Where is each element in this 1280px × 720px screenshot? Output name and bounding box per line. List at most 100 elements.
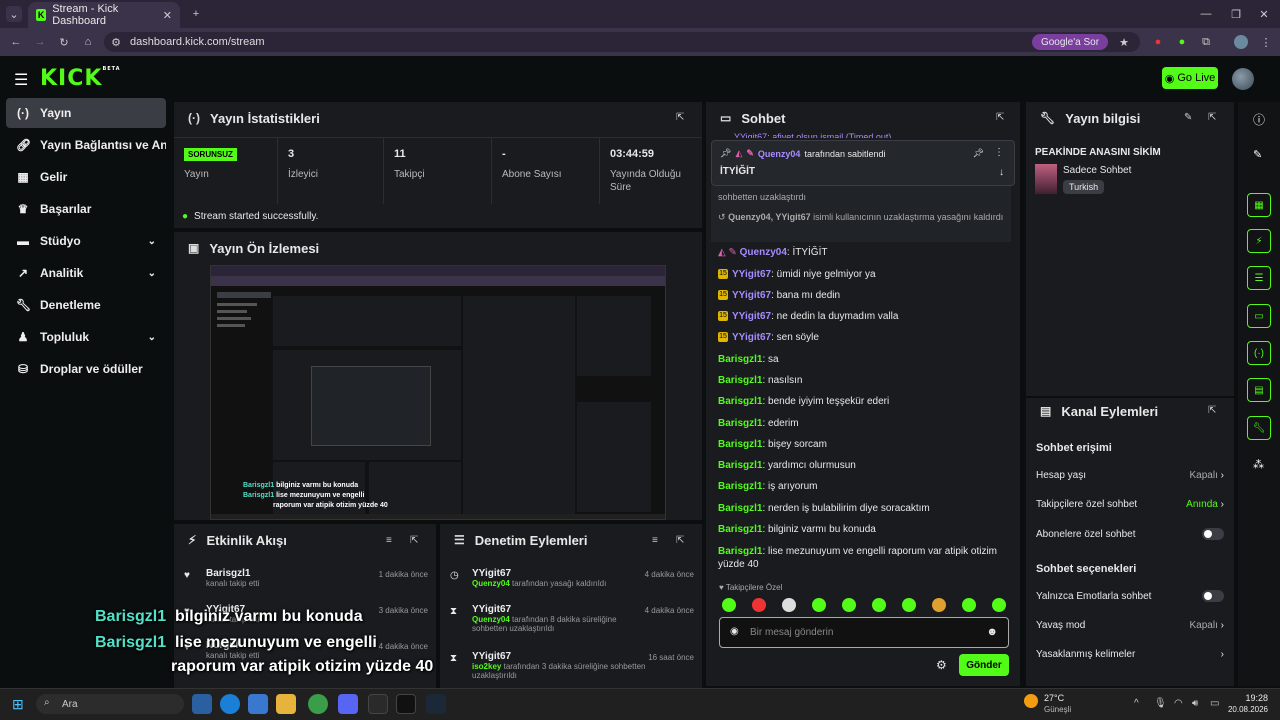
popout-icon[interactable]: ⇱ (676, 535, 684, 546)
chat-user[interactable]: Barisgzl1 (718, 503, 762, 514)
emote-icon[interactable] (722, 598, 736, 612)
bookmark-star-icon[interactable]: ★ (1116, 34, 1132, 50)
sidebar-item-droplar[interactable]: ⛁ Droplar ve ödüller (6, 354, 166, 384)
sidebar-item-denetleme[interactable]: 🔧︎ Denetleme (6, 290, 166, 320)
reload-icon[interactable]: ↻ (56, 34, 72, 50)
close-window-icon[interactable]: ✕ (1254, 6, 1274, 22)
emote-icon[interactable] (932, 598, 946, 612)
popout-icon[interactable]: ⇱ (410, 535, 418, 546)
emote-icon[interactable] (902, 598, 916, 612)
popout-icon[interactable]: ⇱ (996, 112, 1004, 123)
activity-widget-icon[interactable]: ⚡︎ (1247, 229, 1271, 253)
browser-tab[interactable]: K Stream - Kick Dashboard ✕ (28, 2, 180, 28)
collapse-arrow-icon[interactable]: ↓ (999, 167, 1004, 178)
emote-only-toggle[interactable] (1202, 590, 1224, 602)
info-widget-icon[interactable]: 🔧︎ (1247, 416, 1271, 440)
hamburger-menu-icon[interactable]: ☰ (14, 70, 28, 90)
more-widgets-icon[interactable]: ⁂ (1253, 458, 1264, 471)
extension-icon[interactable]: ● (1150, 34, 1166, 50)
tab-close-icon[interactable]: ✕ (163, 9, 172, 22)
sidebar-item-basarilar[interactable]: ♛ Başarılar (6, 194, 166, 224)
moderation-widget-icon[interactable]: ☰ (1247, 266, 1271, 290)
edit-layout-icon[interactable]: ✎ (1253, 148, 1262, 161)
chat-settings-gear-icon[interactable]: ⚙ (936, 658, 947, 672)
chat-widget-icon[interactable]: ▭ (1247, 304, 1271, 328)
more-options-icon[interactable]: ⋮ (994, 147, 1004, 158)
forward-icon[interactable]: → (32, 34, 48, 50)
broadcast-widget-icon[interactable]: (·) (1247, 341, 1271, 365)
edge-icon[interactable] (220, 694, 240, 714)
home-icon[interactable]: ⌂ (80, 34, 96, 50)
emote-icon[interactable] (812, 598, 826, 612)
emote-icon[interactable] (782, 598, 796, 612)
chat-user[interactable]: Barisgzl1 (718, 354, 762, 365)
task-view-icon[interactable] (192, 694, 212, 714)
filter-icon[interactable]: ≡ (386, 535, 392, 546)
chat-user[interactable]: Barisgzl1 (718, 460, 762, 471)
filter-icon[interactable]: ≡ (652, 535, 658, 546)
volume-icon[interactable]: 🔊︎ (1192, 698, 1198, 709)
stream-preview-video[interactable]: Barisgzl1 bilginiz varmı bu konuda Baris… (210, 265, 666, 520)
taskbar-search[interactable]: ⌕ Ara (36, 694, 184, 714)
edit-pencil-icon[interactable]: ✎ (1184, 112, 1192, 123)
slow-mode-row[interactable]: Yavaş mod Kapalı › (1036, 620, 1224, 631)
info-icon[interactable]: ⓘ (1253, 111, 1265, 128)
kick-logo[interactable]: KICKBETA (40, 66, 121, 91)
google-ask-button[interactable]: Google'a Sor (1032, 34, 1108, 50)
obs-icon[interactable] (368, 694, 388, 714)
chat-user[interactable]: Barisgzl1 (718, 524, 762, 535)
followers-chat-row[interactable]: Takipçilere özel sohbet Anında › (1036, 499, 1224, 510)
sidebar-item-studyo[interactable]: ▬ Stüdyo ⌄ (6, 226, 166, 256)
store-icon[interactable] (248, 694, 268, 714)
wifi-icon[interactable]: ◠ (1174, 698, 1183, 709)
tab-search-icon[interactable]: ⌄ (6, 6, 22, 22)
sidebar-item-stream-key[interactable]: 🔗︎ Yayın Bağlantısı ve Anahtar (6, 130, 166, 160)
chat-user[interactable]: Barisgzl1 (718, 546, 762, 557)
emote-icon[interactable] (992, 598, 1006, 612)
chat-user[interactable]: YYigit67 (732, 269, 771, 280)
browser-menu-icon[interactable]: ⋮ (1258, 34, 1274, 50)
banned-words-row[interactable]: Yasaklanmış kelimeler › (1036, 649, 1224, 660)
weather-sun-icon[interactable] (1024, 694, 1038, 708)
sidebar-item-gelir[interactable]: ▦ Gelir (6, 162, 166, 192)
discord-icon[interactable] (338, 694, 358, 714)
popout-icon[interactable]: ⇱ (1208, 405, 1216, 416)
send-button[interactable]: Gönder (959, 654, 1009, 676)
subs-chat-toggle[interactable] (1202, 528, 1224, 540)
chat-user[interactable]: YYigit67 (732, 290, 771, 301)
extension-2-icon[interactable]: ● (1174, 34, 1190, 50)
sidebar-item-yayin[interactable]: (·) Yayın (6, 98, 166, 128)
chat-user[interactable]: Barisgzl1 (718, 396, 762, 407)
sidebar-item-topluluk[interactable]: ♟ Topluluk ⌄ (6, 322, 166, 352)
stats-widget-icon[interactable]: ▦ (1247, 193, 1271, 217)
clock-date[interactable]: 20.08.2026 (1220, 705, 1268, 714)
chat-user[interactable]: Barisgzl1 (718, 418, 762, 429)
sidebar-item-analitik[interactable]: ↗ Analitik ⌄ (6, 258, 166, 288)
unpin-icon[interactable]: 📌︎ (973, 148, 984, 159)
extensions-puzzle-icon[interactable]: ⧉ (1198, 34, 1214, 50)
battery-icon[interactable]: ▭ (1210, 698, 1219, 709)
windows-start-icon[interactable]: ⊞ (12, 696, 28, 712)
back-icon[interactable]: ← (8, 34, 24, 50)
chrome-icon[interactable] (308, 694, 328, 714)
chat-user[interactable]: Barisgzl1 (718, 481, 762, 492)
emote-icon[interactable] (752, 598, 766, 612)
file-explorer-icon[interactable] (276, 694, 296, 714)
emote-icon[interactable] (962, 598, 976, 612)
minimize-icon[interactable]: — (1196, 6, 1216, 22)
new-tab-icon[interactable]: + (188, 6, 204, 22)
emoji-icon[interactable]: ☻ (986, 626, 998, 638)
chat-input[interactable]: ◉ Bir mesaj gönderin ☻ (719, 617, 1009, 648)
chat-user[interactable]: Barisgzl1 (718, 375, 762, 386)
tray-chevron-icon[interactable]: ^ (1134, 698, 1139, 709)
url-bar[interactable]: dashboard.kick.com/stream (104, 32, 1140, 52)
emote-icon[interactable] (842, 598, 856, 612)
actions-widget-icon[interactable]: ▤ (1247, 378, 1271, 402)
microphone-icon[interactable]: 🎙︎ (1154, 698, 1167, 709)
go-live-button[interactable]: ◉ Go Live (1162, 67, 1218, 89)
popout-icon[interactable]: ⇱ (676, 112, 684, 123)
notion-icon[interactable] (396, 694, 416, 714)
site-info-icon[interactable]: ⚙ (110, 35, 122, 49)
account-age-row[interactable]: Hesap yaşı Kapalı › (1036, 470, 1224, 481)
chat-user[interactable]: YYigit67 (732, 311, 771, 322)
